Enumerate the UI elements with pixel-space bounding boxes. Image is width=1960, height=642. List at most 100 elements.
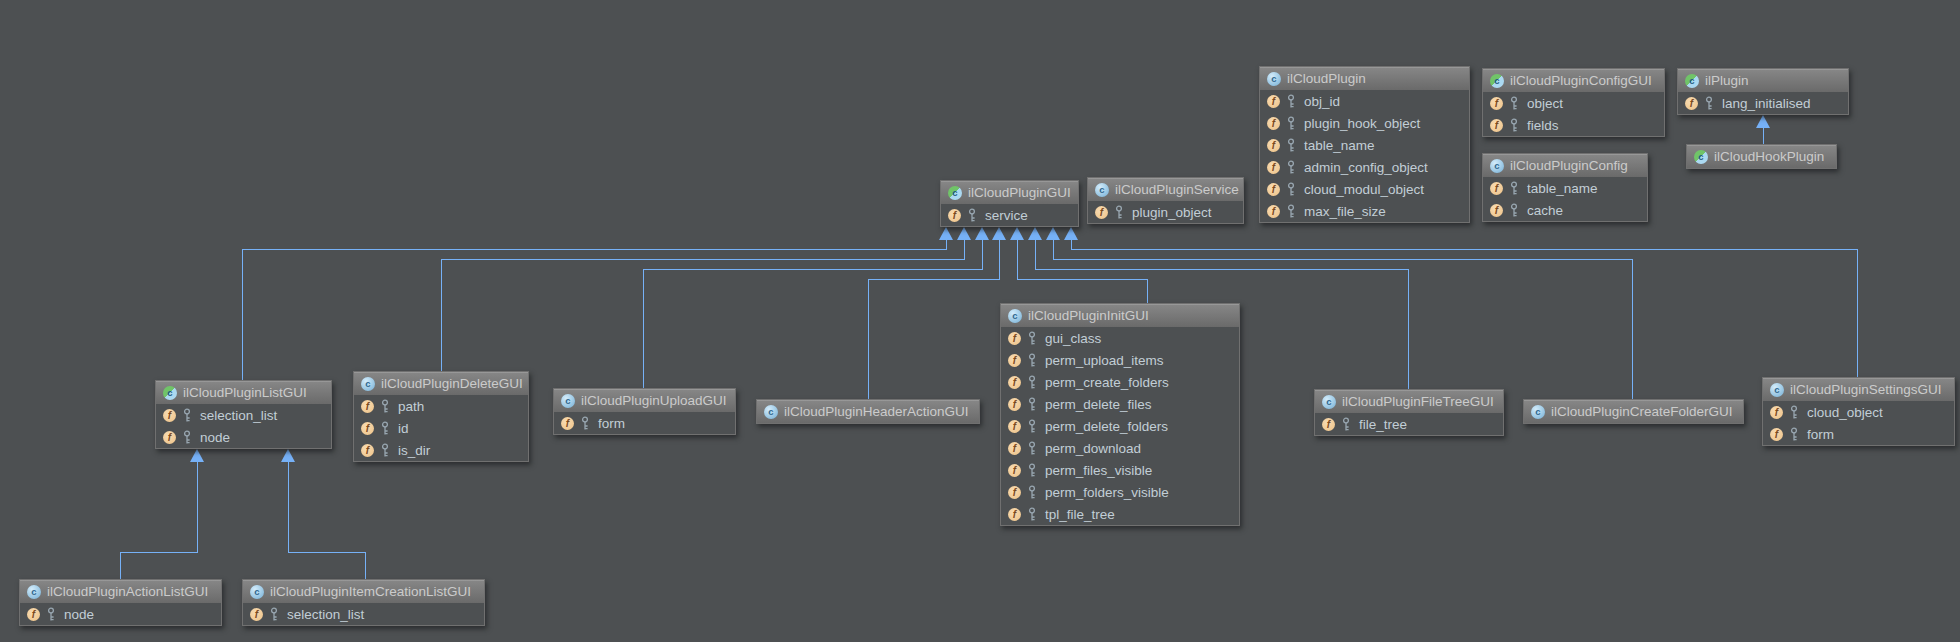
class-box-ilPlugin[interactable]: cilPluginflang_initialised: [1677, 68, 1849, 115]
class-box-ilCloudPluginItemCreationListGUI[interactable]: cilCloudPluginItemCreationListGUIfselect…: [242, 579, 485, 626]
field-row-plugin_hook_object[interactable]: fplugin_hook_object: [1260, 112, 1469, 134]
field-row-perm_upload_items[interactable]: fperm_upload_items: [1001, 349, 1239, 371]
class-box-ilCloudPluginActionListGUI[interactable]: cilCloudPluginActionListGUIfnode: [19, 579, 222, 626]
class-header-ilCloudPluginFileTreeGUI[interactable]: cilCloudPluginFileTreeGUI: [1315, 390, 1503, 413]
class-header-ilCloudHookPlugin[interactable]: cilCloudHookPlugin: [1687, 145, 1836, 168]
class-blue-icon: c: [1267, 72, 1281, 86]
inheritance-arrowhead: [281, 449, 295, 462]
class-header-ilCloudPluginActionListGUI[interactable]: cilCloudPluginActionListGUI: [20, 580, 221, 603]
field-row-is_dir[interactable]: fis_dir: [354, 439, 528, 461]
class-box-ilCloudPluginConfigGUI[interactable]: cilCloudPluginConfigGUIfobjectffields: [1482, 68, 1665, 137]
class-header-ilCloudPluginDeleteGUI[interactable]: cilCloudPluginDeleteGUI: [354, 372, 528, 395]
field-name: perm_files_visible: [1045, 463, 1152, 478]
field-row-cloud_modul_object[interactable]: fcloud_modul_object: [1260, 178, 1469, 200]
class-box-ilCloudPluginInitGUI[interactable]: cilCloudPluginInitGUIfgui_classfperm_upl…: [1000, 303, 1240, 526]
class-header-ilPlugin[interactable]: cilPlugin: [1678, 69, 1848, 92]
key-icon: [1027, 463, 1037, 478]
edge-ilCloudPluginHeaderActionGUI-extends-ilCloudPluginGUI: [868, 227, 1006, 399]
key-icon: [1027, 353, 1037, 368]
class-header-ilCloudPluginGUI[interactable]: cilCloudPluginGUI: [941, 181, 1078, 204]
class-header-ilCloudPluginListGUI[interactable]: cilCloudPluginListGUI: [156, 381, 331, 404]
field-row-perm_folders_visible[interactable]: fperm_folders_visible: [1001, 481, 1239, 503]
field-name: service: [985, 208, 1028, 223]
field-row-node[interactable]: fnode: [156, 426, 331, 448]
class-box-ilCloudPluginGUI[interactable]: cilCloudPluginGUIfservice: [940, 180, 1079, 227]
class-box-ilCloudPluginService[interactable]: cilCloudPluginServicefplugin_object: [1087, 177, 1244, 224]
inheritance-arrowhead: [1064, 227, 1078, 240]
field-row-cloud_object[interactable]: fcloud_object: [1763, 401, 1954, 423]
class-blue-icon: c: [1008, 309, 1022, 323]
class-header-ilCloudPluginInitGUI[interactable]: cilCloudPluginInitGUI: [1001, 304, 1239, 327]
field-name: form: [1807, 427, 1834, 442]
field-name: perm_upload_items: [1045, 353, 1164, 368]
field-row-plugin_object[interactable]: fplugin_object: [1088, 201, 1243, 223]
field-row-perm_delete_folders[interactable]: fperm_delete_folders: [1001, 415, 1239, 437]
field-row-object[interactable]: fobject: [1483, 92, 1664, 114]
field-row-obj_id[interactable]: fobj_id: [1260, 90, 1469, 112]
field-name: selection_list: [287, 607, 364, 622]
class-header-ilCloudPluginService[interactable]: cilCloudPluginService: [1088, 178, 1243, 201]
field-row-perm_create_folders[interactable]: fperm_create_folders: [1001, 371, 1239, 393]
field-row-fields[interactable]: ffields: [1483, 114, 1664, 136]
field-name: perm_delete_files: [1045, 397, 1152, 412]
field-row-perm_delete_files[interactable]: fperm_delete_files: [1001, 393, 1239, 415]
field-icon: f: [361, 422, 374, 435]
key-icon: [1027, 397, 1037, 412]
class-box-ilCloudPluginDeleteGUI[interactable]: cilCloudPluginDeleteGUIfpathfidfis_dir: [353, 371, 529, 462]
class-box-ilCloudPluginCreateFolderGUI[interactable]: cilCloudPluginCreateFolderGUI: [1523, 399, 1744, 424]
field-icon: f: [1490, 204, 1503, 217]
field-row-max_file_size[interactable]: fmax_file_size: [1260, 200, 1469, 222]
field-row-path[interactable]: fpath: [354, 395, 528, 417]
field-icon: f: [1490, 182, 1503, 195]
class-box-ilCloudPluginConfig[interactable]: cilCloudPluginConfig f table_namefcache: [1482, 153, 1648, 222]
inheritance-arrowhead: [939, 227, 953, 240]
field-row-perm_files_visible[interactable]: fperm_files_visible: [1001, 459, 1239, 481]
class-box-ilCloudPlugin[interactable]: cilCloudPluginfobj_idfplugin_hook_object…: [1259, 66, 1470, 223]
class-title: ilCloudPluginItemCreationListGUI: [270, 584, 471, 599]
key-icon: [1286, 94, 1296, 109]
key-icon: [967, 208, 977, 223]
field-row-file_tree[interactable]: ffile_tree: [1315, 413, 1503, 435]
class-header-ilCloudPluginConfigGUI[interactable]: cilCloudPluginConfigGUI: [1483, 69, 1664, 92]
field-row-perm_download[interactable]: fperm_download: [1001, 437, 1239, 459]
class-header-ilCloudPluginHeaderActionGUI[interactable]: cilCloudPluginHeaderActionGUI: [757, 400, 979, 423]
field-row-gui_class[interactable]: fgui_class: [1001, 327, 1239, 349]
class-box-ilCloudPluginUploadGUI[interactable]: cilCloudPluginUploadGUIfform: [553, 388, 736, 435]
key-icon: [1286, 160, 1296, 175]
field-row-lang_initialised[interactable]: flang_initialised: [1678, 92, 1848, 114]
class-box-ilCloudPluginListGUI[interactable]: cilCloudPluginListGUIfselection_listfnod…: [155, 380, 332, 449]
field-name: table_name: [1527, 181, 1598, 196]
inheritance-arrowhead: [1028, 227, 1042, 240]
class-box-ilCloudHookPlugin[interactable]: cilCloudHookPlugin: [1686, 144, 1837, 169]
field-icon: f: [1008, 508, 1021, 521]
class-header-ilCloudPlugin[interactable]: cilCloudPlugin: [1260, 67, 1469, 90]
class-header-ilCloudPluginUploadGUI[interactable]: cilCloudPluginUploadGUI: [554, 389, 735, 412]
field-name: lang_initialised: [1722, 96, 1811, 111]
field-row-selection_list[interactable]: fselection_list: [243, 603, 484, 625]
field-row-form[interactable]: fform: [554, 412, 735, 434]
field-icon: f: [1267, 95, 1280, 108]
inheritance-arrowhead: [975, 227, 989, 240]
field-row-cache[interactable]: fcache: [1483, 199, 1647, 221]
class-header-ilCloudPluginSettingsGUI[interactable]: cilCloudPluginSettingsGUI: [1763, 378, 1954, 401]
field-row-form[interactable]: fform: [1763, 423, 1954, 445]
class-header-ilCloudPluginConfig[interactable]: cilCloudPluginConfig: [1483, 154, 1647, 177]
field-name: cloud_object: [1807, 405, 1883, 420]
inheritance-arrowhead: [1756, 115, 1770, 128]
field-row-admin_config_object[interactable]: fadmin_config_object: [1260, 156, 1469, 178]
edge-ilCloudHookPlugin-extends-ilPlugin: [1756, 115, 1770, 144]
field-row-service[interactable]: fservice: [941, 204, 1078, 226]
class-header-ilCloudPluginItemCreationListGUI[interactable]: cilCloudPluginItemCreationListGUI: [243, 580, 484, 603]
field-row-tpl_file_tree[interactable]: ftpl_file_tree: [1001, 503, 1239, 525]
key-icon: [1286, 116, 1296, 131]
field-icon: f: [163, 431, 176, 444]
class-box-ilCloudPluginFileTreeGUI[interactable]: cilCloudPluginFileTreeGUIffile_tree: [1314, 389, 1504, 436]
field-row-node[interactable]: fnode: [20, 603, 221, 625]
class-box-ilCloudPluginSettingsGUI[interactable]: cilCloudPluginSettingsGUIfcloud_objectff…: [1762, 377, 1955, 446]
field-row-id[interactable]: fid: [354, 417, 528, 439]
field-row-table_name[interactable]: ftable_name: [1260, 134, 1469, 156]
class-header-ilCloudPluginCreateFolderGUI[interactable]: cilCloudPluginCreateFolderGUI: [1524, 400, 1743, 423]
class-box-ilCloudPluginHeaderActionGUI[interactable]: cilCloudPluginHeaderActionGUI: [756, 399, 980, 424]
field-row-table_name[interactable]: f table_name: [1483, 177, 1647, 199]
field-row-selection_list[interactable]: fselection_list: [156, 404, 331, 426]
